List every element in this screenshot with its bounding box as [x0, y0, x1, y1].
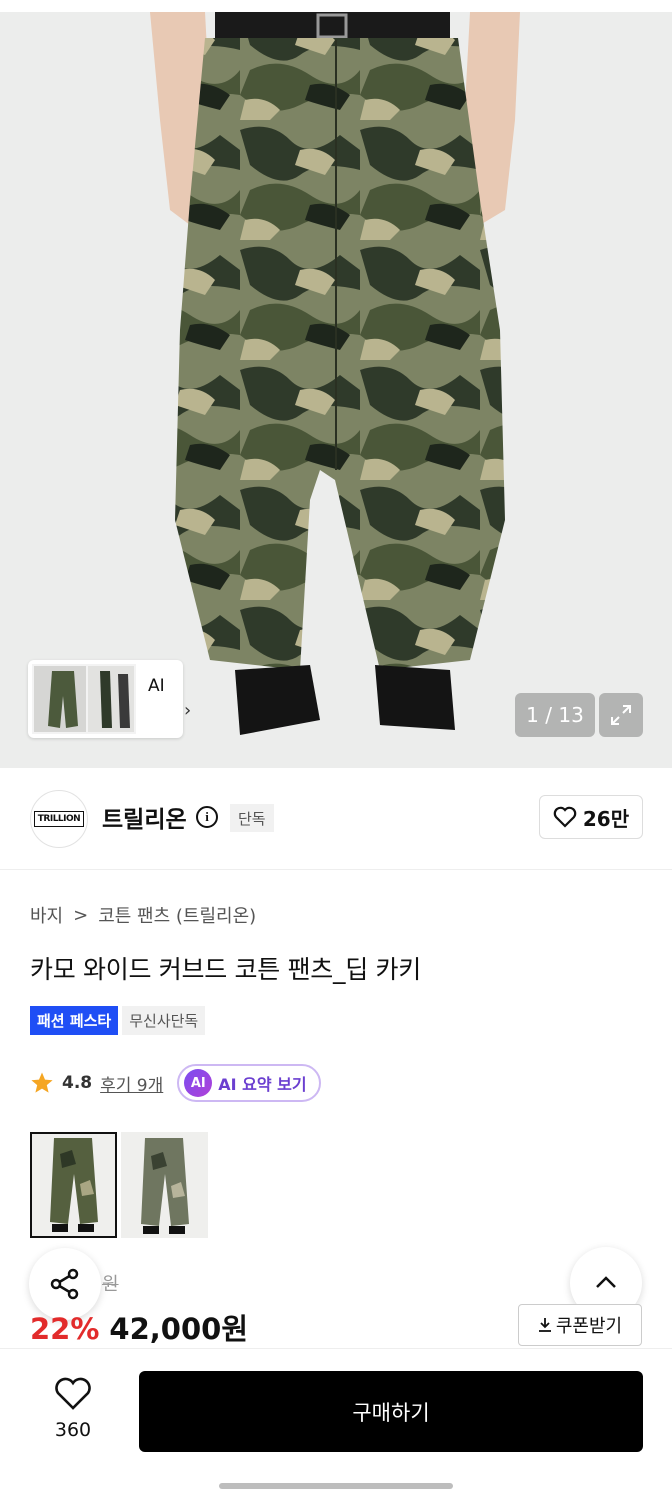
exclusive-tag: 단독 [230, 804, 274, 832]
color-option-2[interactable] [121, 1132, 208, 1238]
ai-lookbook-strip[interactable]: AI › [28, 660, 191, 738]
original-price: 원 [102, 1274, 119, 1295]
sale-price: 42,000원 [109, 1312, 249, 1346]
home-indicator [219, 1483, 453, 1489]
breadcrumb-separator: > [73, 904, 89, 926]
image-counter: 1 / 13 [515, 693, 595, 737]
heart-icon [553, 806, 577, 828]
brand-like-button[interactable]: 26만 [539, 795, 643, 839]
price-row: 22% 42,000원 [30, 1306, 248, 1348]
rating-value: 4.8 [62, 1073, 93, 1093]
discount-rate: 22% [30, 1312, 100, 1346]
heart-icon [55, 1377, 91, 1410]
expand-icon [611, 705, 631, 725]
product-image-gallery[interactable]: AI › 1 / 13 [0, 0, 672, 768]
ai-summary-button[interactable]: AI AI 요약 보기 [177, 1064, 321, 1102]
breadcrumb-subcategory[interactable]: 코튼 팬츠 (트릴리온) [98, 902, 256, 928]
musinsa-exclusive-badge: 무신사단독 [122, 1006, 206, 1035]
color-option-deep-khaki[interactable] [30, 1132, 117, 1238]
coupon-label: 쿠폰받기 [555, 1316, 623, 1337]
lookbook-thumb-2 [86, 664, 136, 734]
fashion-festa-badge[interactable]: 패션 페스타 [30, 1006, 119, 1035]
lookbook-thumb-1 [32, 664, 90, 734]
coupon-button[interactable]: 쿠폰받기 [518, 1304, 642, 1346]
brand-logo[interactable]: TRILLION [30, 790, 88, 848]
download-icon [538, 1318, 551, 1332]
expand-button[interactable] [599, 693, 643, 737]
bottom-action-bar: 360 구매하기 [0, 1348, 672, 1500]
breadcrumb-category[interactable]: 바지 [30, 902, 63, 928]
info-icon[interactable]: i [196, 806, 218, 828]
buy-button[interactable]: 구매하기 [139, 1371, 643, 1452]
chevron-up-icon [596, 1276, 616, 1288]
wishlist-button[interactable]: 360 [38, 1377, 108, 1441]
brand-name[interactable]: 트릴리온 [102, 800, 187, 834]
rating-row: 4.8 후기 9개 AI AI 요약 보기 [30, 1064, 321, 1102]
breadcrumb: 바지 > 코튼 팬츠 (트릴리온) [30, 902, 256, 928]
share-icon [50, 1268, 79, 1300]
wishlist-count: 360 [54, 1419, 92, 1441]
product-photo [150, 12, 520, 735]
ai-badge-icon: AI [184, 1069, 213, 1097]
color-options [30, 1132, 208, 1238]
ai-summary-label: AI 요약 보기 [218, 1075, 307, 1094]
chevron-right-icon: › [184, 700, 192, 721]
brand-row: TRILLION 트릴리온 i 단독 26만 [0, 768, 672, 870]
star-icon [31, 1072, 53, 1093]
badge-row: 패션 페스타 무신사단독 [30, 1006, 206, 1035]
product-title: 카모 와이드 커브드 코튼 팬츠_딥 카키 [30, 955, 421, 984]
brand-like-count: 26만 [582, 806, 630, 831]
review-link[interactable]: 후기 9개 [100, 1071, 163, 1096]
ai-label: AI [148, 676, 165, 696]
